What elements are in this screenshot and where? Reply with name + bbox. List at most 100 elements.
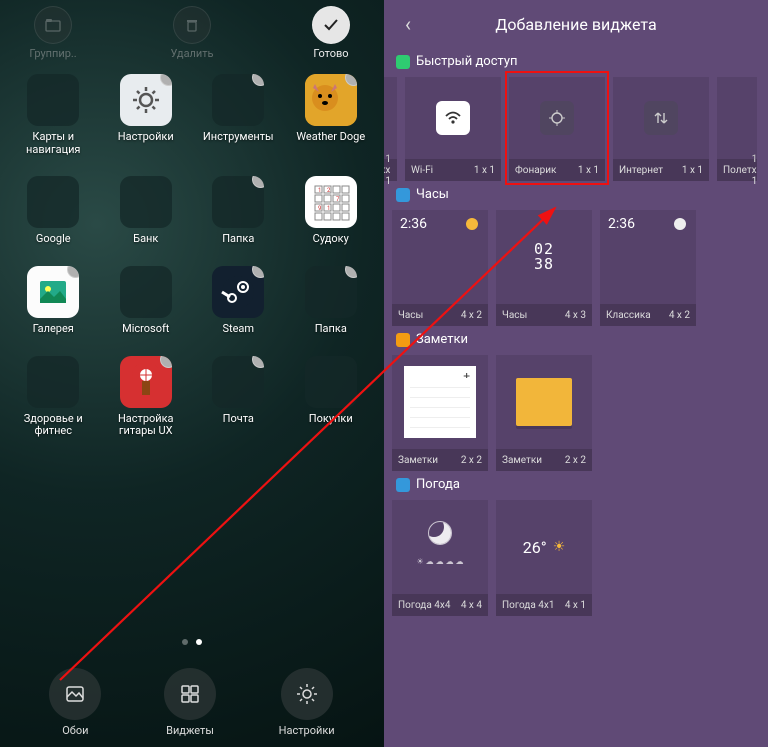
app-item[interactable]: Галерея: [10, 266, 97, 336]
app-label: Настройки: [118, 131, 174, 144]
svg-text:9: 9: [318, 205, 321, 212]
widget-footer: Часы4 x 2: [392, 304, 488, 326]
widget-preview: [509, 77, 605, 159]
app-item[interactable]: Покупки: [288, 356, 375, 438]
widget-card[interactable]: +Заметки2 x 2: [392, 355, 488, 471]
app-icon: [120, 356, 172, 408]
app-item[interactable]: Настройки: [103, 74, 190, 156]
widget-preview: 2:36: [392, 210, 488, 304]
widget-preview: +: [392, 355, 488, 449]
app-item[interactable]: 12791Судоку: [288, 176, 375, 246]
group-button[interactable]: Группир..: [18, 6, 88, 60]
widget-preview: 2:36: [600, 210, 696, 304]
widget-name: Интернет: [619, 165, 663, 176]
widget-size: 2 x 2: [565, 455, 586, 466]
homescreen-edit-pane: Группир.. Удалить Готово Карты и навигац…: [0, 0, 384, 747]
app-icon: [305, 74, 357, 126]
app-label: Банк: [133, 233, 158, 246]
section-weather: Погода ☀ ☁ ☁ ☁ ☁ Погода 4x44 x 426°☀Погод…: [384, 471, 768, 616]
bottom-bar: Обои Виджеты Настройки: [0, 662, 384, 747]
app-label: Судоку: [313, 233, 349, 246]
widget-card[interactable]: 0238Часы4 x 3: [496, 210, 592, 326]
app-item[interactable]: Инструменты: [195, 74, 282, 156]
app-item[interactable]: Почта: [195, 356, 282, 438]
widget-card[interactable]: Заметки2 x 2: [496, 355, 592, 471]
widget-preview: 0238: [496, 210, 592, 304]
widget-header: ‹ Добавление виджета: [384, 0, 768, 48]
widget-size: 1 x 1: [578, 165, 599, 176]
widget-name: Wi-Fi: [411, 165, 433, 176]
edit-toolbar: Группир.. Удалить Готово: [0, 0, 384, 60]
section-notes: Заметки+Заметки2 x 2Заметки2 x 2: [384, 326, 768, 471]
app-grid: Карты и навигация Настройки Инструменты Wea…: [0, 60, 384, 438]
widget-body[interactable]: Быстрый доступк1 x 1Wi-Fi1 x 1Фонарик1 x…: [384, 48, 768, 747]
app-item[interactable]: Microsoft: [103, 266, 190, 336]
app-icon: [212, 356, 264, 408]
selection-dot[interactable]: [345, 266, 357, 278]
app-label: Карты и навигация: [10, 131, 97, 156]
app-label: Папка: [222, 233, 254, 246]
app-item[interactable]: Weather Doge: [288, 74, 375, 156]
widget-preview: [613, 77, 709, 159]
app-label: Папка: [315, 323, 347, 336]
widget-card[interactable]: 2:36Часы4 x 2: [392, 210, 488, 326]
delete-button[interactable]: Удалить: [157, 6, 227, 60]
widget-card[interactable]: Интернет1 x 1: [613, 77, 709, 181]
widget-footer: Заметки2 x 2: [392, 449, 488, 471]
page-dot[interactable]: [196, 639, 202, 645]
widget-size: 1 x 1: [474, 165, 495, 176]
widget-card[interactable]: 2:36Классика4 x 2: [600, 210, 696, 326]
widget-card[interactable]: Wi-Fi 1 x 1: [405, 77, 501, 181]
section-clock: Часы2:36Часы4 x 20238Часы4 x 32:36Класси…: [384, 181, 768, 326]
widget-card[interactable]: Полет1 x 1: [717, 77, 757, 181]
settings-button[interactable]: Настройки: [279, 668, 335, 737]
widget-footer: Wi-Fi 1 x 1: [405, 159, 501, 181]
app-item[interactable]: Google: [10, 176, 97, 246]
widget-card[interactable]: 26°☀Погода 4x14 x 1: [496, 500, 592, 616]
widgets-button[interactable]: Виджеты: [164, 668, 216, 737]
section-icon: [396, 333, 410, 347]
widget-picker-pane: ‹ Добавление виджета Быстрый доступк1 x …: [384, 0, 768, 747]
selection-dot[interactable]: [252, 74, 264, 86]
app-icon: 12791: [305, 176, 357, 228]
widget-card[interactable]: к1 x 1: [384, 77, 397, 181]
widget-preview: [717, 77, 757, 159]
section-icon: [396, 478, 410, 492]
app-label: Почта: [223, 413, 254, 426]
selection-dot[interactable]: [252, 176, 264, 188]
app-label: Steam: [222, 323, 254, 336]
selection-dot[interactable]: [252, 356, 264, 368]
svg-text:1: 1: [318, 187, 321, 194]
app-item[interactable]: Папка: [288, 266, 375, 336]
widget-size: 4 x 3: [565, 310, 586, 321]
app-label: Покупки: [309, 413, 353, 426]
trash-icon: [184, 17, 200, 33]
delete-label: Удалить: [170, 47, 213, 60]
toggle-icon: [644, 101, 678, 135]
widget-card[interactable]: ☀ ☁ ☁ ☁ ☁ Погода 4x44 x 4: [392, 500, 488, 616]
widget-preview: ☀ ☁ ☁ ☁ ☁: [392, 500, 488, 594]
app-icon: [27, 74, 79, 126]
widget-preview: [496, 355, 592, 449]
page-dot[interactable]: [182, 639, 188, 645]
selection-dot[interactable]: [160, 74, 172, 86]
widget-card[interactable]: Фонарик 1 x 1: [509, 77, 605, 181]
widgets-label: Виджеты: [166, 724, 214, 737]
settings-label: Настройки: [279, 724, 335, 737]
done-button[interactable]: Готово: [296, 6, 366, 60]
app-item[interactable]: Steam: [195, 266, 282, 336]
app-label: Weather Doge: [296, 131, 365, 144]
widget-name: Фонарик: [515, 165, 556, 176]
section-icon: [396, 188, 410, 202]
widgets-icon: [179, 683, 201, 705]
section-title: Погода: [416, 477, 460, 492]
app-item[interactable]: Папка: [195, 176, 282, 246]
app-item[interactable]: Настройка гитары UX: [103, 356, 190, 438]
app-icon: [27, 356, 79, 408]
app-item[interactable]: Банк: [103, 176, 190, 246]
app-item[interactable]: Карты и навигация: [10, 74, 97, 156]
folder-icon: [45, 17, 61, 33]
wallpapers-button[interactable]: Обои: [49, 668, 101, 737]
widget-name: Классика: [606, 310, 651, 321]
app-item[interactable]: Здоровье и фитнес: [10, 356, 97, 438]
